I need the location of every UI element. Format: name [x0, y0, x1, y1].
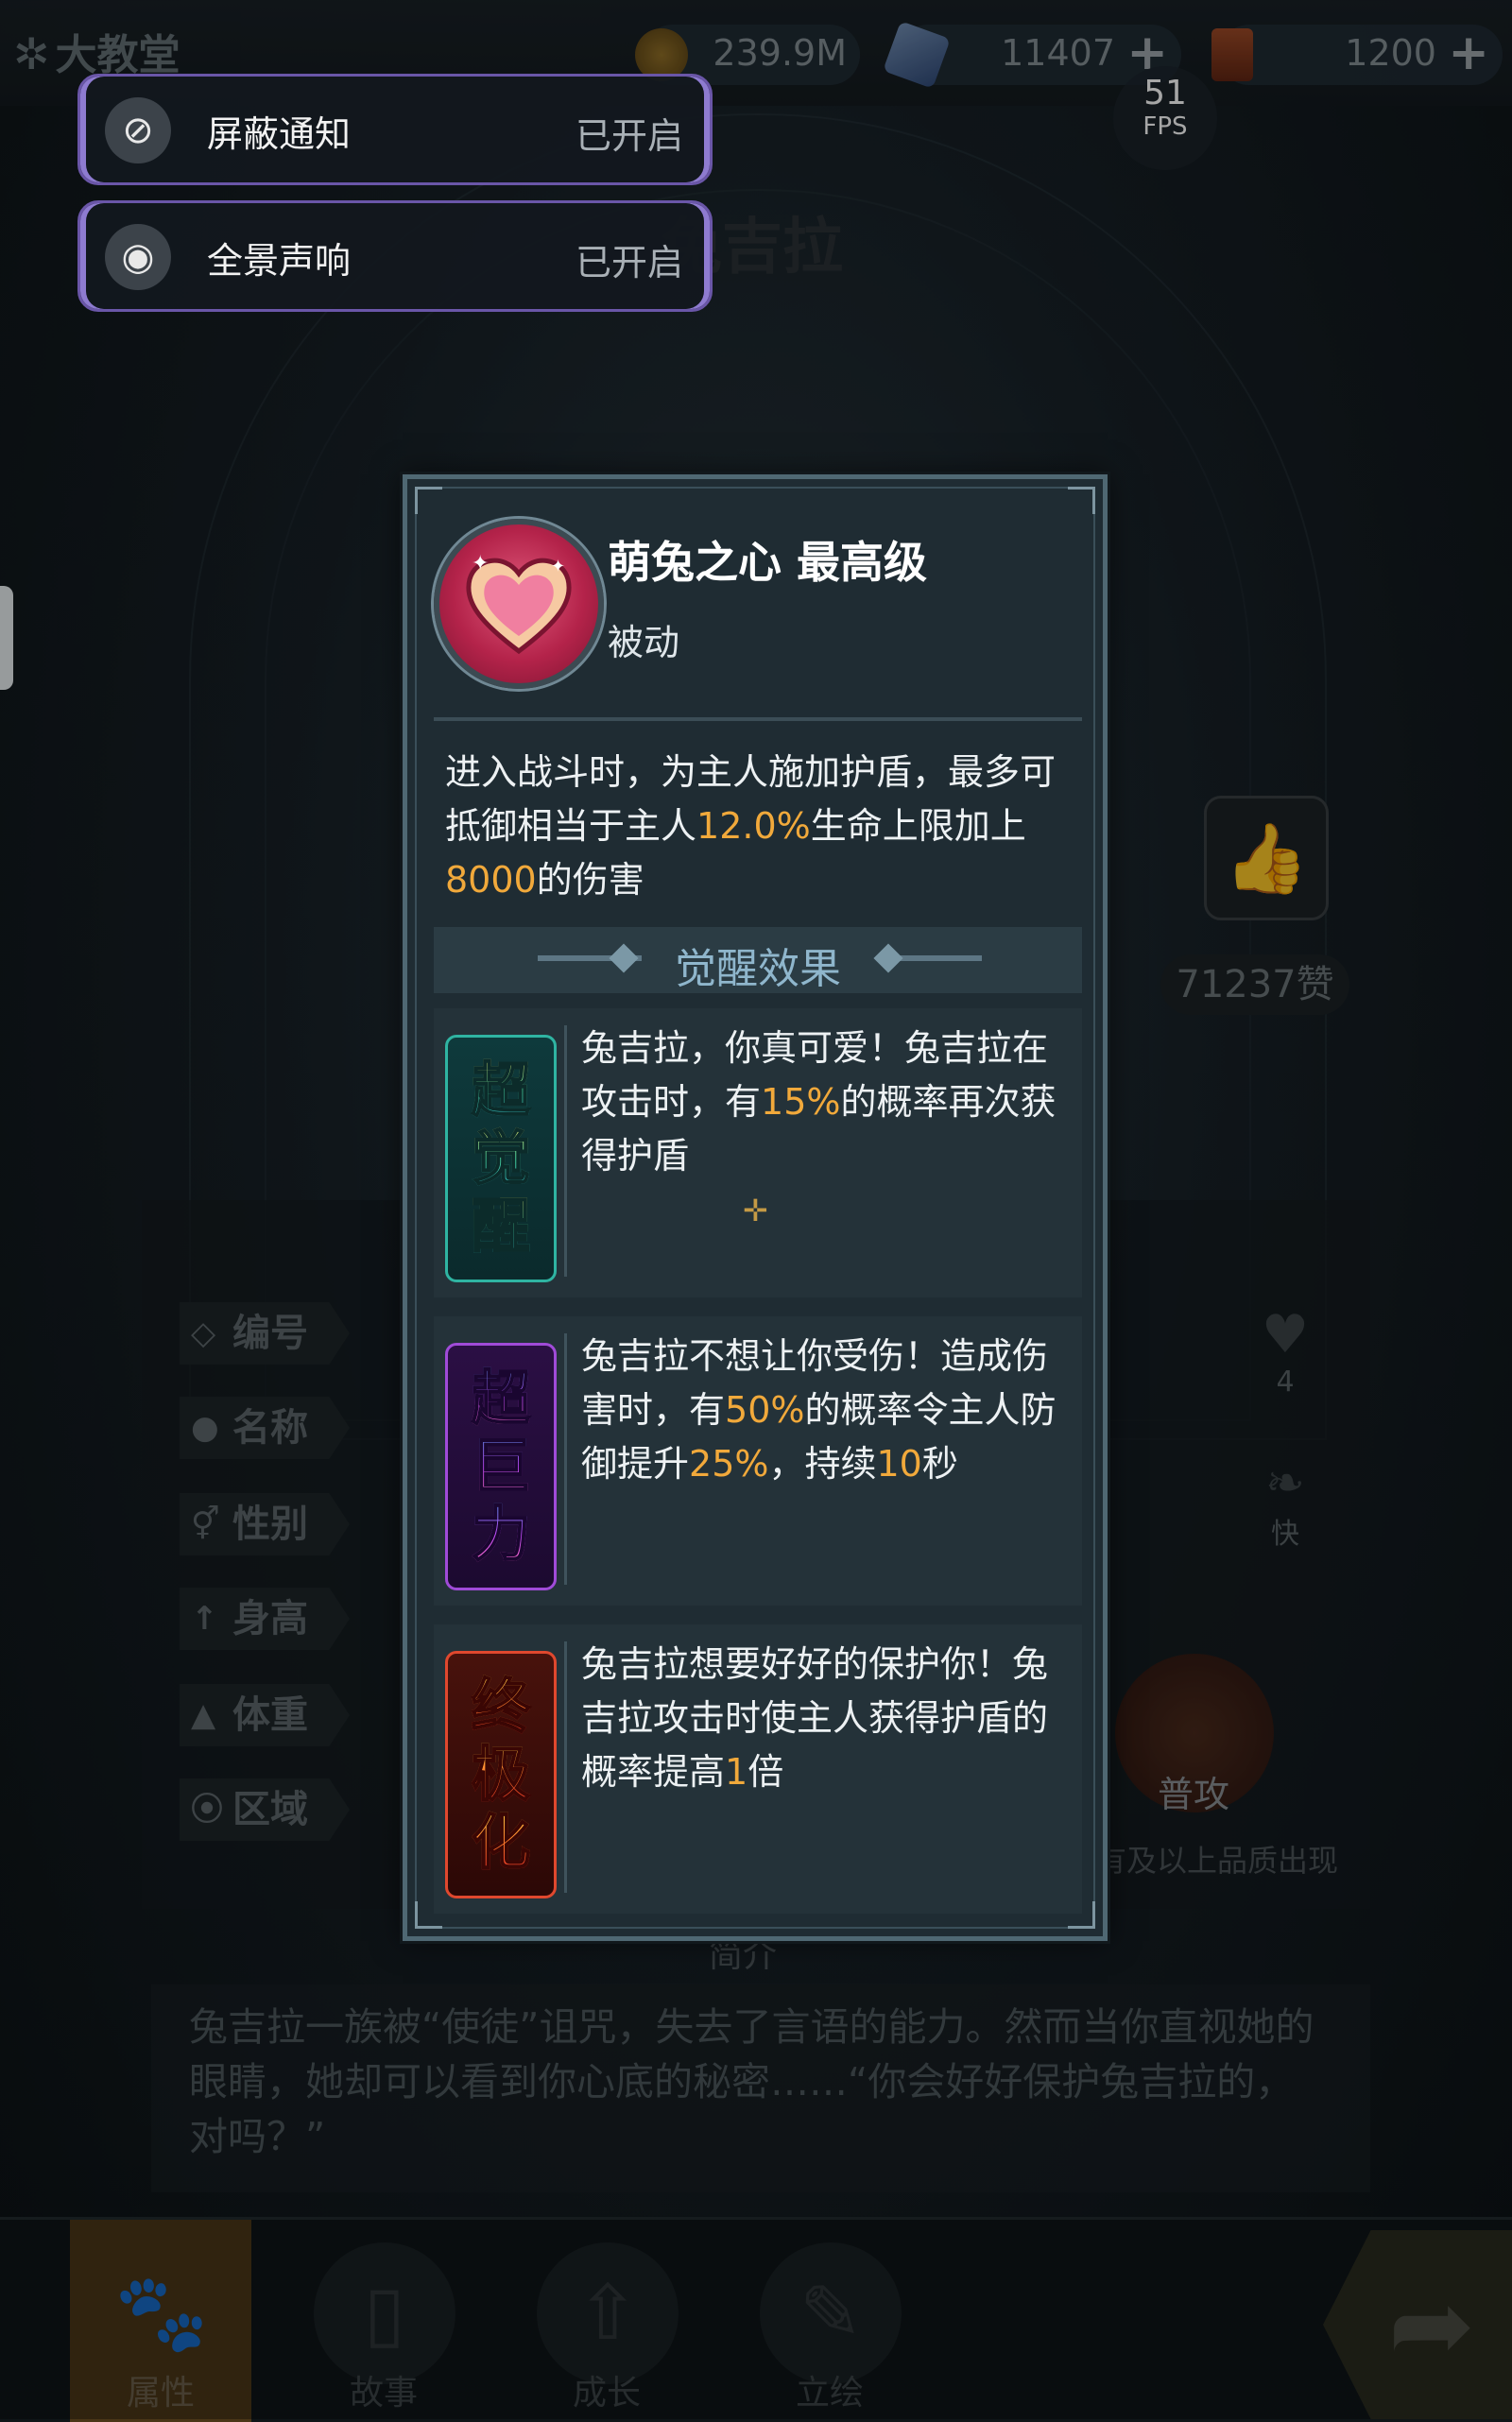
awaken-header: 觉醒效果: [434, 927, 1082, 993]
divider: [564, 1641, 567, 1893]
divider: [564, 1025, 567, 1277]
awakening-item: 终 极 化 兔吉拉想要好好的保护你！兔吉拉攻击时使主人获得护盾的概率提高1倍: [434, 1624, 1082, 1914]
awakening-text: 兔吉拉不想让你受伤！造成伤害时，有50%的概率令主人防御提升25%，持续10秒: [581, 1335, 1057, 1485]
divider: [564, 1333, 567, 1585]
awakening-item: 超 觉 醒 兔吉拉，你真可爱！兔吉拉在攻击时，有15%的概率再次获得护盾: [434, 1008, 1082, 1297]
skill-name: 萌兔之心 最高级: [608, 537, 928, 588]
toast-block-notifications: ⊘ 屏蔽通知 已开启: [77, 74, 713, 185]
heart-skill-icon: ✦ ✦: [434, 519, 604, 689]
crosshair-icon: ✛: [743, 1193, 768, 1228]
frame-corner: [415, 487, 442, 514]
notification-off-icon: ⊘: [105, 97, 171, 163]
speaker-icon: ◉: [105, 224, 171, 290]
skill-description: 进入战斗时，为主人施加护盾，最多可抵御相当于主人12.0%生命上限加上8000的…: [445, 751, 1057, 901]
awakening-text: 兔吉拉想要好好的保护你！兔吉拉攻击时使主人获得护盾的概率提高1倍: [581, 1643, 1049, 1793]
svg-text:✦: ✦: [472, 552, 489, 575]
frame-corner: [1068, 487, 1095, 514]
divider: [434, 717, 1082, 721]
toast-surround-sound: ◉ 全景声响 已开启: [77, 200, 713, 312]
skill-type: 被动: [608, 622, 680, 663]
awakening-item: 超 巨 力 兔吉拉不想让你受伤！造成伤害时，有50%的概率令主人防御提升25%，…: [434, 1316, 1082, 1606]
awakening-text: 兔吉拉，你真可爱！兔吉拉在攻击时，有15%的概率再次获得护盾: [581, 1027, 1057, 1177]
awaken-badge-ultimate: 终 极 化: [445, 1651, 557, 1898]
heart-icon: ✦ ✦: [466, 552, 572, 655]
awaken-badge-super-power: 超 巨 力: [445, 1343, 557, 1590]
awaken-badge-super-awaken: 超 觉 醒: [445, 1035, 557, 1282]
awaken-title: 觉醒效果: [675, 945, 841, 993]
svg-text:✦: ✦: [551, 557, 565, 576]
